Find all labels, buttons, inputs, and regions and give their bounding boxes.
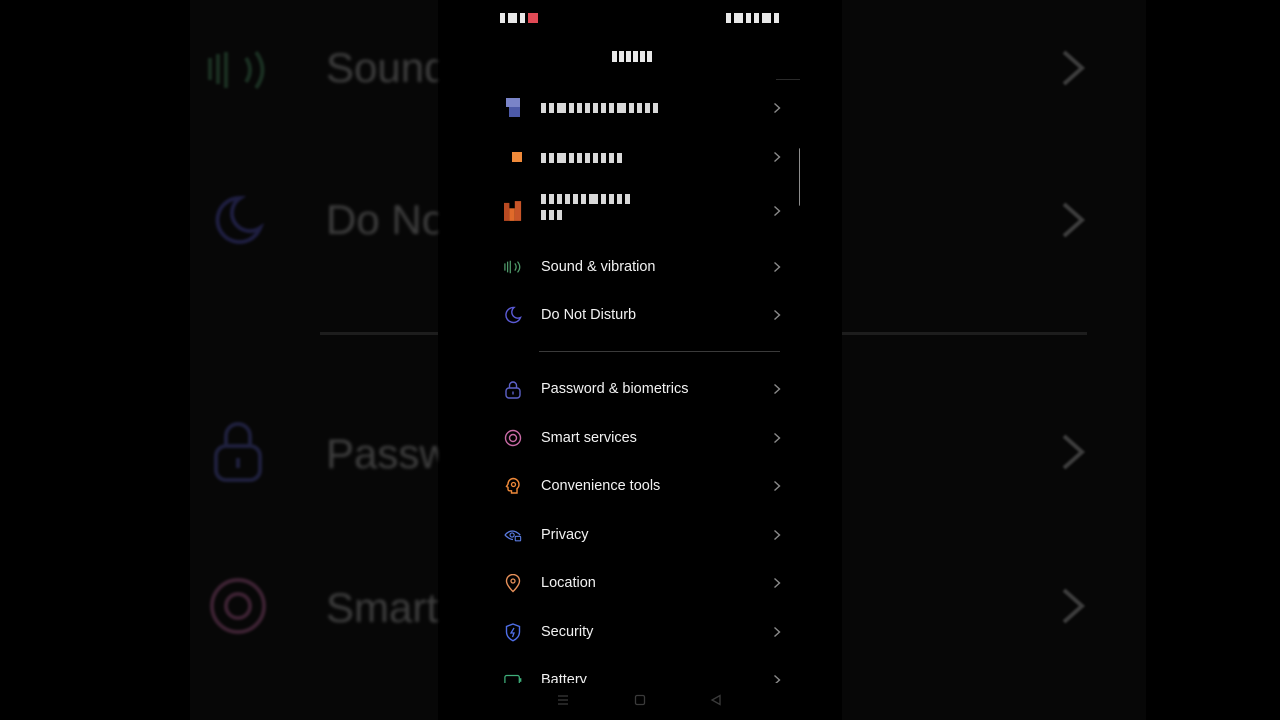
lock-icon — [504, 380, 522, 399]
obscured-label — [541, 151, 625, 167]
settings-item-label: Sound & vibration — [541, 259, 656, 275]
settings-item-battery[interactable]: Battery — [496, 658, 800, 683]
obscured-app-icon — [504, 98, 522, 117]
settings-item-obscured[interactable] — [496, 135, 800, 179]
smart-services-icon — [504, 429, 522, 447]
background-label: Do Not Disturb — [326, 196, 438, 243]
settings-item-obscured[interactable] — [496, 186, 800, 236]
settings-item-label: Smart services — [541, 430, 637, 446]
settings-item-label: Do Not Disturb — [541, 307, 637, 323]
settings-item-label: Password & biometrics — [541, 381, 689, 397]
sound-icon — [504, 258, 522, 276]
chevron-right-icon — [774, 151, 781, 163]
background-label: Smart services — [326, 584, 438, 631]
background-divider — [320, 332, 438, 335]
settings-item-privacy[interactable]: Privacy — [496, 513, 800, 557]
status-bar-left — [500, 10, 541, 28]
background-label: Sound — [326, 44, 438, 91]
chevron-right-icon — [774, 480, 781, 492]
moon-icon — [215, 195, 265, 244]
settings-item-location[interactable]: Location — [496, 561, 800, 605]
obscured-app-icon — [504, 201, 522, 221]
settings-item-do-not-disturb[interactable]: Do Not Disturb — [496, 293, 800, 337]
obscured-app-icon — [504, 148, 522, 166]
ring-icon — [210, 578, 266, 634]
chevron-right-icon — [1062, 434, 1086, 470]
chevron-right-icon — [774, 529, 781, 541]
section-divider — [539, 351, 780, 352]
settings-item-convenience-tools[interactable]: Convenience tools — [496, 464, 800, 508]
chevron-right-icon — [774, 102, 781, 114]
settings-item-label: Security — [541, 624, 594, 640]
status-bar-right — [726, 10, 782, 28]
chevron-right-icon — [1062, 50, 1086, 86]
location-pin-icon — [504, 573, 522, 592]
chevron-right-icon — [774, 577, 781, 589]
settings-item-obscured[interactable] — [496, 86, 800, 130]
chevron-right-icon — [1062, 588, 1086, 624]
settings-item-label: Convenience tools — [541, 478, 661, 494]
background-panel-right — [842, 0, 1146, 720]
chevron-right-icon — [1062, 202, 1086, 238]
status-bar — [496, 8, 800, 24]
battery-icon — [504, 671, 522, 683]
moon-icon — [504, 306, 522, 324]
settings-item-password-biometrics[interactable]: Password & biometrics — [496, 367, 800, 411]
chevron-right-icon — [774, 261, 781, 273]
obscured-label — [541, 192, 633, 224]
chevron-right-icon — [774, 674, 781, 683]
settings-item-smart-services[interactable]: Smart services — [496, 416, 800, 460]
settings-item-label: Battery — [541, 672, 587, 683]
settings-item-sound-vibration[interactable]: Sound & vibration — [496, 245, 800, 289]
navigation-bar — [496, 690, 800, 712]
sound-icon — [208, 50, 265, 90]
settings-item-label: Privacy — [541, 527, 589, 543]
back-triangle-icon[interactable] — [710, 694, 722, 706]
background-divider — [842, 332, 1087, 335]
header-divider — [776, 79, 800, 80]
chevron-right-icon — [774, 205, 781, 217]
clip-container: Battery — [496, 640, 800, 683]
chevron-right-icon — [774, 383, 781, 395]
privacy-icon — [504, 526, 522, 544]
phone-screen: Sound & vibration Do Not Disturb Passwor… — [496, 0, 800, 720]
chevron-right-icon — [774, 626, 781, 638]
chevron-right-icon — [774, 309, 781, 321]
settings-item-label: Location — [541, 575, 596, 591]
obscured-label — [541, 101, 661, 117]
background-label: Password & biometrics — [326, 430, 438, 477]
home-square-icon[interactable] — [634, 694, 646, 706]
lock-icon — [214, 422, 262, 482]
shield-icon — [504, 622, 522, 642]
menu-icon[interactable] — [557, 694, 569, 706]
chevron-right-icon — [774, 432, 781, 444]
page-title — [612, 49, 654, 67]
convenience-tools-icon — [504, 477, 522, 495]
